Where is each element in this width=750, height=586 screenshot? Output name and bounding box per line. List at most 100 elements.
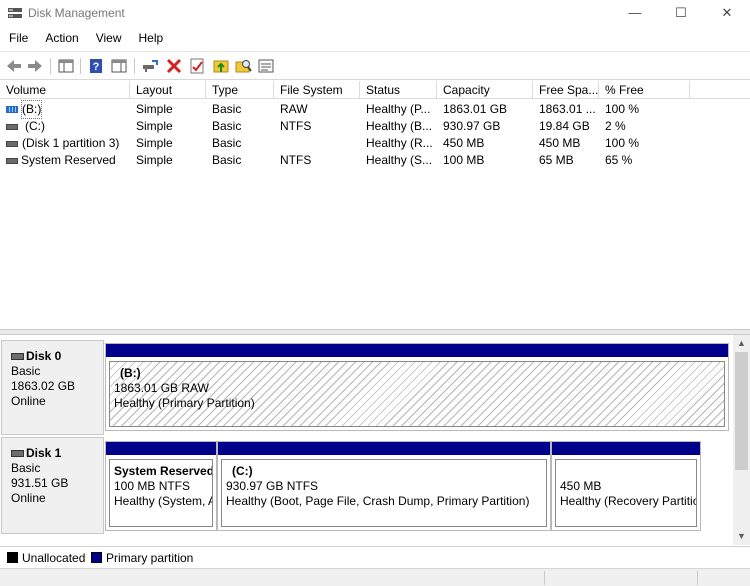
volume-free-space: 19.84 GB	[539, 119, 590, 133]
disk-name: Disk 0	[11, 349, 103, 364]
volume-type: Basic	[212, 136, 242, 150]
volume-status: Healthy (B...	[366, 119, 433, 133]
legend-swatch-primary	[91, 552, 102, 563]
volume-free-space: 65 MB	[539, 153, 574, 167]
console-tree-icon[interactable]	[56, 56, 76, 76]
toolbar-separator	[134, 58, 135, 74]
menu-help[interactable]: Help	[130, 28, 172, 50]
column-header-layout[interactable]: Layout	[130, 81, 206, 99]
disk-graphical-view: Disk 0 Basic 1863.02 GB Online (B:) 1863…	[0, 335, 733, 545]
legend: Unallocated Primary partition	[0, 546, 750, 568]
toolbar: ?	[0, 51, 750, 80]
volume-icon	[6, 124, 18, 130]
partition-size: 930.97 GB NTFS	[226, 479, 319, 493]
column-header-status[interactable]: Status	[360, 81, 437, 99]
disk-0-label[interactable]: Disk 0 Basic 1863.02 GB Online	[1, 340, 104, 435]
maximize-button[interactable]: ☐	[658, 0, 704, 26]
volume-file-system: NTFS	[280, 119, 312, 133]
disk-name: Disk 1	[11, 446, 103, 461]
column-header-percent-free[interactable]: % Free	[599, 81, 690, 99]
partition-status: Healthy (Recovery Partitio	[560, 494, 697, 508]
menu-action[interactable]: Action	[36, 28, 86, 50]
volume-layout: Simple	[136, 119, 173, 133]
menu-view[interactable]: View	[87, 28, 130, 50]
column-header-free-space[interactable]: Free Spa...	[533, 81, 599, 99]
legend-label-unallocated: Unallocated	[22, 551, 86, 565]
volume-list[interactable]: Volume Layout Type File System Status Ca…	[0, 81, 750, 329]
volume-free-space: 1863.01 ...	[539, 102, 596, 116]
volume-row[interactable]: (Disk 1 partition 3) Simple Basic Health…	[0, 135, 750, 152]
volume-name: (Disk 1 partition 3)	[22, 136, 120, 150]
partition-type-bar	[552, 442, 700, 455]
view-list-icon[interactable]	[256, 56, 276, 76]
disk-icon	[11, 353, 24, 360]
menu-file[interactable]: File	[0, 28, 36, 50]
volume-type: Basic	[212, 153, 242, 167]
status-separator	[697, 571, 698, 585]
disk-type: Basic	[11, 461, 41, 475]
window-title: Disk Management	[28, 6, 125, 20]
volume-free-space: 450 MB	[539, 136, 581, 150]
disk-size: 931.51 GB	[11, 476, 69, 490]
scroll-down-arrow-icon[interactable]: ▼	[733, 528, 750, 545]
volume-name: System Reserved	[21, 153, 116, 167]
partition-c[interactable]: (C:) 930.97 GB NTFS Healthy (Boot, Page …	[217, 441, 551, 531]
disk-1-label[interactable]: Disk 1 Basic 931.51 GB Online	[1, 437, 104, 534]
partition-status: Healthy (System, A	[114, 494, 213, 508]
volume-percent-free: 2 %	[605, 119, 626, 133]
partition-size: 1863.01 GB RAW	[114, 381, 209, 395]
volume-file-system: NTFS	[280, 153, 312, 167]
column-header-type[interactable]: Type	[206, 81, 274, 99]
volume-name: (B:)	[20, 100, 43, 119]
minimize-button[interactable]: —	[612, 0, 658, 26]
close-button[interactable]: ✕	[704, 0, 750, 26]
partition-name	[560, 464, 696, 479]
partition-system-reserved[interactable]: System Reserved 100 MB NTFS Healthy (Sys…	[105, 441, 217, 531]
back-icon[interactable]	[4, 56, 24, 76]
disk-icon	[11, 450, 24, 457]
volume-row[interactable]: (B:) Simple Basic RAW Healthy (P... 1863…	[0, 100, 750, 119]
disk-name-text: Disk 0	[26, 349, 62, 363]
volume-capacity: 450 MB	[443, 136, 485, 150]
partition-b[interactable]: (B:) 1863.01 GB RAW Healthy (Primary Par…	[105, 343, 729, 431]
partition-body: 450 MB Healthy (Recovery Partitio	[555, 459, 697, 527]
volume-layout: Simple	[136, 136, 173, 150]
partition-recovery[interactable]: 450 MB Healthy (Recovery Partitio	[551, 441, 701, 531]
partition-type-bar	[106, 442, 216, 455]
partition-name: System Reserved	[114, 464, 213, 478]
partition-body: (C:) 930.97 GB NTFS Healthy (Boot, Page …	[221, 459, 547, 527]
column-header-file-system[interactable]: File System	[274, 81, 360, 99]
column-header-volume[interactable]: Volume	[0, 81, 130, 99]
volume-percent-free: 100 %	[605, 102, 640, 116]
scroll-up-arrow-icon[interactable]: ▲	[733, 335, 750, 352]
scroll-thumb[interactable]	[735, 352, 748, 470]
properties-icon[interactable]	[187, 56, 207, 76]
volume-name: (C:)	[25, 119, 45, 133]
explore-icon[interactable]	[233, 56, 253, 76]
volume-icon	[6, 106, 18, 113]
partition-body: (B:) 1863.01 GB RAW Healthy (Primary Par…	[109, 361, 725, 427]
column-header-capacity[interactable]: Capacity	[437, 81, 533, 99]
volume-row[interactable]: (C:) Simple Basic NTFS Healthy (B... 930…	[0, 118, 750, 135]
partition-type-bar	[106, 344, 728, 357]
forward-icon[interactable]	[25, 56, 45, 76]
volume-layout: Simple	[136, 153, 173, 167]
volume-file-system: RAW	[280, 102, 308, 116]
disk-state: Online	[11, 491, 46, 505]
partition-status: Healthy (Boot, Page File, Crash Dump, Pr…	[226, 494, 530, 508]
delete-icon[interactable]	[164, 56, 184, 76]
connect-disk-icon[interactable]	[140, 56, 160, 76]
volume-status: Healthy (R...	[366, 136, 433, 150]
volume-type: Basic	[212, 119, 242, 133]
legend-label-primary: Primary partition	[106, 551, 194, 565]
partition-status: Healthy (Primary Partition)	[114, 396, 255, 410]
disk-management-app-icon	[8, 8, 22, 18]
up-icon[interactable]	[211, 56, 231, 76]
disk-view-scrollbar[interactable]: ▲ ▼	[733, 335, 750, 545]
volume-capacity: 930.97 GB	[443, 119, 501, 133]
show-pane-icon[interactable]	[109, 56, 129, 76]
disk-state: Online	[11, 394, 46, 408]
legend-swatch-unallocated	[7, 552, 18, 563]
help-icon[interactable]: ?	[86, 56, 106, 76]
volume-row[interactable]: System Reserved Simple Basic NTFS Health…	[0, 152, 750, 169]
